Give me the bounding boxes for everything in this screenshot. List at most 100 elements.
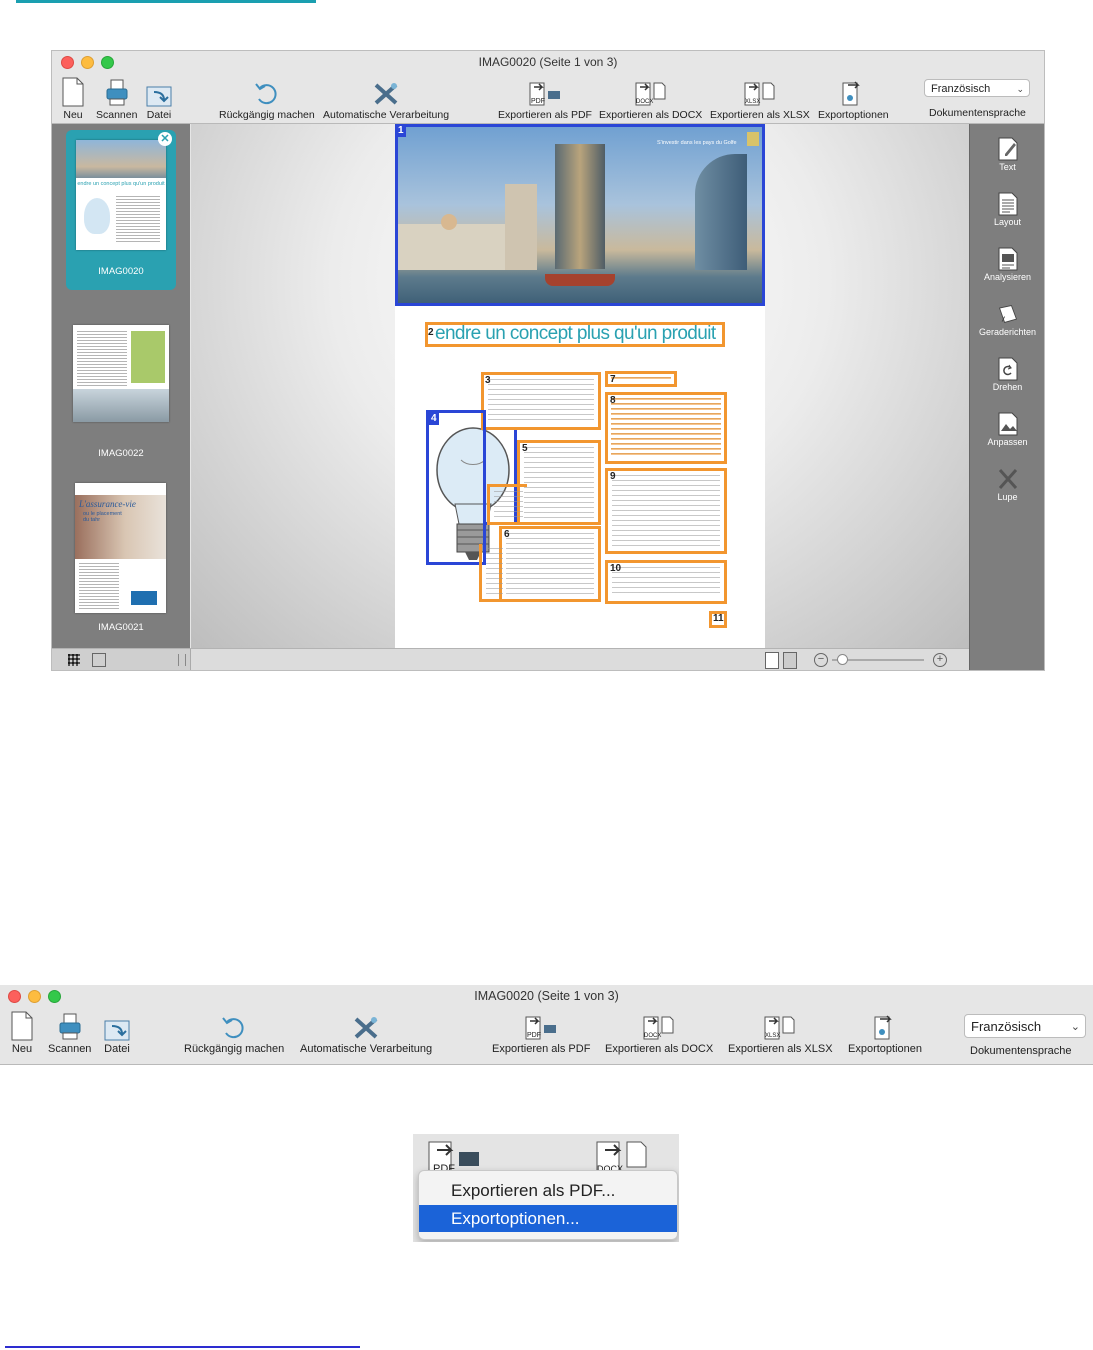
svg-text:DOCX: DOCX — [636, 99, 653, 105]
adjust-image-icon — [998, 412, 1017, 436]
file-import-icon — [146, 75, 172, 107]
magic-tools-icon — [352, 1009, 380, 1041]
chevron-down-icon: ⌄ — [1016, 84, 1024, 94]
chevron-down-icon: ⌄ — [1070, 1021, 1080, 1033]
grid-view-icon[interactable] — [68, 654, 80, 666]
svg-text:PDF: PDF — [531, 98, 545, 105]
scan-button[interactable]: Scannen — [48, 1009, 91, 1055]
export-pdf-icon: PDF — [528, 75, 562, 107]
export-xlsx-icon: XLSX — [743, 75, 777, 107]
close-icon[interactable]: ✕ — [158, 132, 172, 146]
svg-text:XLSX: XLSX — [745, 99, 760, 105]
region-1[interactable] — [395, 124, 765, 306]
export-pdf-button[interactable]: PDF Exportieren als PDF — [498, 75, 592, 121]
region-4[interactable] — [426, 410, 486, 565]
document-language-select[interactable]: Französisch ⌄ — [964, 1014, 1086, 1038]
document-language-select[interactable]: Französisch ⌄ — [924, 79, 1030, 97]
auto-processing-button[interactable]: Automatische Verarbeitung — [323, 75, 449, 121]
thumbnail-item-selected[interactable]: endre un concept plus qu'un produit ✕ IM… — [66, 130, 176, 290]
export-dropdown-menu: Exportieren als PDF... Exportoptionen... — [418, 1170, 678, 1240]
export-pdf-icon: PDF — [524, 1009, 558, 1041]
window-title: IMAG0020 (Seite 1 von 3) — [474, 989, 619, 1003]
zoom-in-icon[interactable]: + — [933, 653, 947, 667]
menu-item-export-pdf[interactable]: Exportieren als PDF... — [419, 1177, 677, 1204]
bottom-accent-line — [5, 1346, 360, 1348]
analyze-tool[interactable]: Analysieren — [970, 246, 1044, 282]
toolbar: Neu Scannen Datei Rückgängig machen Auto… — [52, 73, 1044, 124]
document-language-label: Dokumentensprache — [929, 107, 1026, 119]
svg-text:XLSX: XLSX — [765, 1033, 780, 1039]
export-menu-detail: PDF DOCX Exportieren als PDF... Exportop… — [413, 1134, 679, 1242]
region-5[interactable] — [517, 440, 601, 525]
new-button[interactable]: Neu — [11, 1009, 33, 1055]
scan-button[interactable]: Scannen — [96, 75, 137, 121]
top-accent-line — [16, 0, 316, 3]
export-docx-icon: DOCX — [634, 75, 668, 107]
lightbulb-thumbnail — [84, 198, 110, 234]
thumbnail-item[interactable]: L'assurance-vie ou le placement du tahr — [75, 483, 166, 613]
svg-text:DOCX: DOCX — [644, 1033, 661, 1039]
new-button[interactable]: Neu — [62, 75, 84, 121]
zoom-out-icon[interactable]: − — [814, 653, 828, 667]
undo-icon — [254, 75, 280, 107]
toolbar-detail: IMAG0020 (Seite 1 von 3) Neu Scannen Dat… — [0, 985, 1093, 1065]
status-bar: − + — [52, 648, 969, 670]
title-bar: IMAG0020 (Seite 1 von 3) — [52, 51, 1044, 73]
undo-icon — [221, 1009, 247, 1041]
thumbnail-item[interactable] — [73, 325, 169, 422]
magic-tools-icon — [372, 75, 400, 107]
export-options-button[interactable]: Exportoptionen — [848, 1009, 922, 1055]
scanner-icon — [106, 75, 128, 107]
menu-item-export-options[interactable]: Exportoptionen... — [419, 1205, 677, 1232]
export-options-icon — [840, 75, 866, 107]
document-page: S'investir dans les pays du Golfe 1 2 en… — [395, 124, 765, 648]
page-thumbnails-sidebar: endre un concept plus qu'un produit ✕ IM… — [52, 124, 190, 648]
export-docx-button[interactable]: DOCX Exportieren als DOCX — [605, 1009, 713, 1055]
fit-page-icon[interactable] — [765, 652, 779, 669]
page-headline: endre un concept plus qu'un produit — [435, 323, 716, 344]
file-import-icon — [104, 1009, 130, 1041]
resize-handle-icon[interactable] — [178, 654, 186, 666]
undo-button[interactable]: Rückgängig machen — [219, 75, 315, 121]
new-document-icon — [11, 1009, 33, 1041]
export-options-icon — [872, 1009, 898, 1041]
document-canvas: S'investir dans les pays du Golfe 1 2 en… — [191, 124, 969, 648]
undo-button[interactable]: Rückgängig machen — [184, 1009, 284, 1055]
straighten-tool[interactable]: Geraderichten — [970, 301, 1044, 337]
zoom-slider-handle[interactable] — [837, 654, 848, 665]
export-docx-icon: DOCX — [642, 1009, 676, 1041]
region-8[interactable] — [605, 392, 727, 464]
magnifier-tool[interactable]: Lupe — [970, 466, 1044, 502]
region-9[interactable] — [605, 468, 727, 554]
adjust-tool[interactable]: Anpassen — [970, 411, 1044, 447]
window-title: IMAG0020 (Seite 1 von 3) — [478, 55, 618, 69]
text-edit-icon — [998, 137, 1017, 161]
region-10[interactable] — [605, 560, 727, 604]
file-button[interactable]: Datei — [146, 75, 172, 121]
region-6[interactable] — [499, 526, 601, 602]
scanner-icon — [59, 1009, 81, 1041]
layout-icon — [998, 192, 1017, 216]
fit-width-icon[interactable] — [783, 652, 797, 669]
tools-sidebar: Text Layout Analysieren Geraderichten Dr… — [969, 124, 1044, 670]
text-tool[interactable]: Text — [970, 136, 1044, 172]
export-xlsx-button[interactable]: XLSX Exportieren als XLSX — [728, 1009, 833, 1055]
rotate-tool[interactable]: Drehen — [970, 356, 1044, 392]
auto-processing-button[interactable]: Automatische Verarbeitung — [300, 1009, 432, 1055]
magnifier-icon — [998, 469, 1017, 489]
region-3[interactable] — [481, 372, 601, 430]
new-document-icon — [62, 75, 84, 107]
layout-tool[interactable]: Layout — [970, 191, 1044, 227]
export-options-button[interactable]: Exportoptionen — [818, 75, 889, 121]
file-button[interactable]: Datei — [104, 1009, 130, 1055]
export-xlsx-icon: XLSX — [763, 1009, 797, 1041]
analyze-icon — [998, 247, 1017, 271]
document-language-label: Dokumentensprache — [970, 1045, 1072, 1057]
app-window: IMAG0020 (Seite 1 von 3) Neu Scannen Dat… — [51, 50, 1045, 671]
export-xlsx-button[interactable]: XLSX Exportieren als XLSX — [710, 75, 810, 121]
export-docx-button[interactable]: DOCX Exportieren als DOCX — [599, 75, 702, 121]
svg-text:PDF: PDF — [527, 1032, 541, 1039]
rotate-icon — [998, 357, 1017, 381]
list-view-icon[interactable] — [92, 653, 106, 667]
export-pdf-button[interactable]: PDF Exportieren als PDF — [492, 1009, 590, 1055]
